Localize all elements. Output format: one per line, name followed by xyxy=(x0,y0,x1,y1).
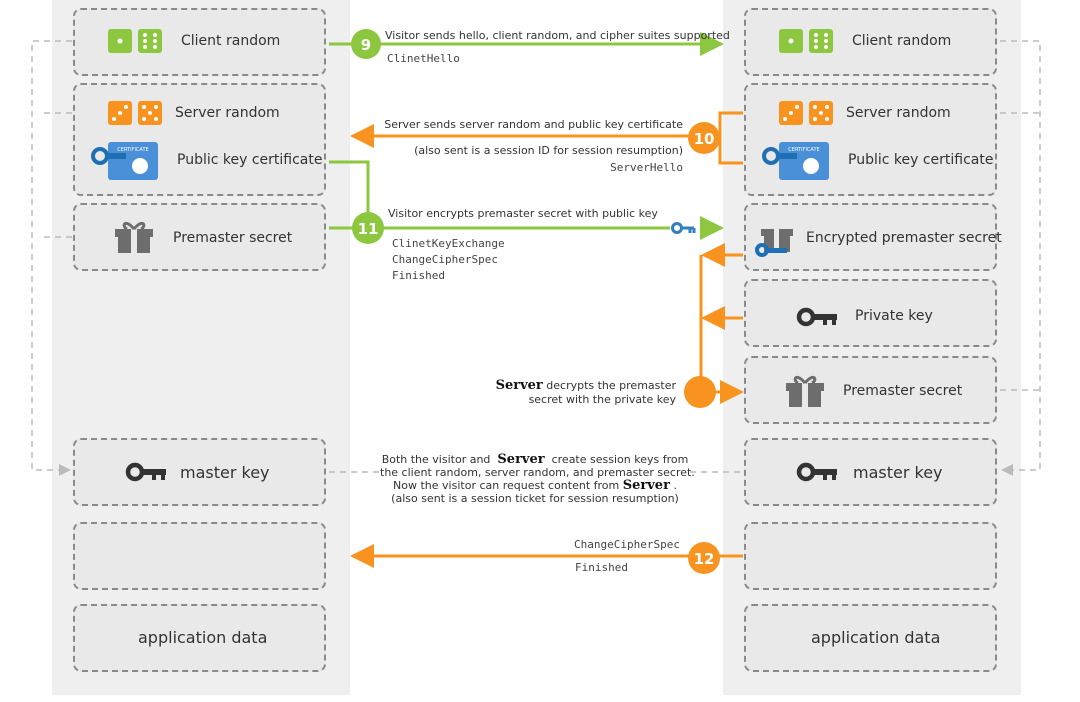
step10-bracket xyxy=(718,111,743,165)
master-key-icon xyxy=(796,462,837,482)
server-random-dice-icon xyxy=(108,101,162,125)
step10-number: 10 xyxy=(694,130,715,148)
step10-message: ServerHello xyxy=(610,161,683,174)
step12-message: ChangeCipherSpec xyxy=(574,538,680,551)
session-line3: Now the visitor can request content from xyxy=(393,479,620,492)
decrypt-text: Server decrypts the premaster secret wit… xyxy=(496,379,676,407)
step11-number: 11 xyxy=(358,220,379,238)
certificate-icon: CERTIFICATE xyxy=(762,142,829,180)
master-key-icon xyxy=(125,462,166,482)
server-random-label: Server random xyxy=(846,105,951,121)
step9-text: Visitor sends hello, client random, and … xyxy=(385,29,730,42)
master-key-label: master key xyxy=(853,463,943,482)
client-random-dice-icon xyxy=(779,29,833,53)
encrypted-gift-icon xyxy=(755,229,793,257)
step12-message: Finished xyxy=(575,561,628,574)
certificate-icon: CERTIFICATE xyxy=(91,142,158,180)
public-key-certificate-label: Public key certificate xyxy=(177,152,323,168)
step9-number: 9 xyxy=(361,36,371,54)
master-key-label: master key xyxy=(180,463,270,482)
client-random-label: Client random xyxy=(181,33,281,49)
private-key-label: Private key xyxy=(855,308,933,324)
premaster-secret-label: Premaster secret xyxy=(843,383,963,399)
step10-text: Server sends server random and public ke… xyxy=(384,118,683,131)
application-data-label: application data xyxy=(138,628,268,647)
public-key-icon xyxy=(671,222,696,234)
decrypt-dot xyxy=(684,376,716,408)
svg-text:CERTIFICATE: CERTIFICATE xyxy=(117,147,148,153)
application-data-label: application data xyxy=(811,628,941,647)
client-random-label: Client random xyxy=(852,33,952,49)
server-word: Server xyxy=(495,378,543,393)
step11-message: ClinetKeyExchange xyxy=(392,237,505,250)
server-word: Server xyxy=(622,478,670,493)
session-dot: . xyxy=(673,479,677,492)
public-key-certificate-label: Public key certificate xyxy=(848,152,994,168)
encrypted-premaster-secret-label: Encrypted premaster secret xyxy=(806,230,1002,246)
session-line1b: create session keys from xyxy=(551,453,689,466)
client-random-dice-icon xyxy=(108,29,162,53)
svg-text:CERTIFICATE: CERTIFICATE xyxy=(788,147,819,153)
server-random-label: Server random xyxy=(175,105,280,121)
premaster-secret-label: Premaster secret xyxy=(173,230,293,246)
step11-text: Visitor encrypts premaster secret with p… xyxy=(388,207,658,220)
server-random-dice-icon xyxy=(779,101,833,125)
private-key-icon xyxy=(796,307,837,327)
session-keys-text: Both the visitor and Server create sessi… xyxy=(380,452,695,505)
gift-icon xyxy=(115,221,153,253)
decrypt-line2: secret with the private key xyxy=(528,393,676,406)
decrypt-line1: decrypts the premaster xyxy=(546,379,676,392)
step11-message: ChangeCipherSpec xyxy=(392,253,498,266)
step11-message: Finished xyxy=(392,269,445,282)
session-line1a: Both the visitor and xyxy=(381,453,491,466)
step12-number: 12 xyxy=(694,550,715,568)
step10-note: (also sent is a session ID for session r… xyxy=(414,144,683,157)
gift-icon xyxy=(786,375,824,407)
server-word: Server xyxy=(497,452,545,467)
step9-message: ClinetHello xyxy=(387,52,460,65)
session-line4: (also sent is a session ticket for sessi… xyxy=(391,492,679,505)
